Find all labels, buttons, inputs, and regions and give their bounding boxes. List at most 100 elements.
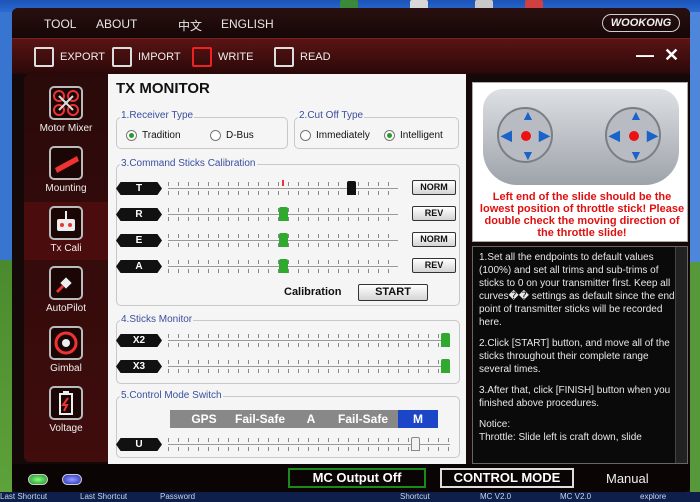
mode-segment-a: A: [306, 412, 316, 426]
transmitter-image: ▲ ▼ ◀ ▶ ▲ ▼ ◀ ▶: [483, 89, 679, 185]
desktop-background: [690, 262, 700, 492]
satellite-icon: [49, 266, 83, 300]
mode-segment-failsafe: Fail-Safe: [234, 412, 285, 426]
desktop-label: Last Shortcut: [80, 492, 128, 501]
slider-track: [168, 188, 398, 189]
sidebar-item-voltage[interactable]: Voltage: [24, 382, 108, 440]
sidebar-item-label: Voltage: [49, 423, 83, 434]
receiver-type-label: 1.Receiver Type: [120, 110, 195, 121]
slider-track: [168, 444, 450, 445]
channel-direction-button[interactable]: NORM: [412, 180, 456, 195]
desktop-label: MC V2.0: [560, 492, 592, 501]
slider-track: [168, 340, 450, 341]
sidebar-item-label: Tx Cali: [50, 243, 82, 254]
menu-english[interactable]: ENGLISH: [221, 17, 274, 31]
close-button[interactable]: ✕: [664, 45, 679, 66]
channel-tag: U: [116, 438, 162, 451]
sidebar-item-motor-mixer[interactable]: Motor Mixer: [24, 82, 108, 140]
slider-track: [168, 366, 450, 367]
status-bar: MC Output Off CONTROL MODE Manual: [12, 464, 690, 492]
status-led-green: [28, 474, 48, 485]
brand-logo: WOOKONG: [602, 14, 680, 32]
mode-segment-m: M: [398, 410, 438, 428]
assistant-window: TOOL ABOUT 中文 ENGLISH WOOKONG EXPORT IMP…: [12, 8, 690, 492]
sidebar-item-mounting[interactable]: Mounting: [24, 142, 108, 200]
instruction-step: 2.Click [START] button, and move all of …: [479, 338, 670, 375]
menu-tool[interactable]: TOOL: [44, 17, 76, 31]
motor-mixer-icon: [49, 86, 83, 120]
channel-direction-button[interactable]: REV: [412, 206, 456, 221]
import-button[interactable]: IMPORT: [112, 46, 181, 68]
slider-ticks: [168, 334, 450, 338]
menu-chinese[interactable]: 中文: [178, 17, 202, 34]
channel-tag: X3: [116, 360, 162, 373]
sidebar-item-tx-cali[interactable]: Tx Cali: [24, 202, 108, 260]
page-title: TX MONITOR: [116, 80, 210, 97]
calibration-label: 3.Command Sticks Calibration: [120, 158, 257, 169]
channel-direction-button[interactable]: REV: [412, 258, 456, 273]
control-mode-label: CONTROL MODE: [440, 468, 574, 488]
slider-thumb[interactable]: [278, 233, 288, 247]
radio-dot: [210, 130, 221, 141]
slider-thumb[interactable]: [278, 207, 288, 221]
desktop-label: Password: [160, 492, 196, 501]
start-button[interactable]: START: [358, 284, 428, 301]
mode-segment-gps: GPS: [191, 412, 217, 426]
import-label: IMPORT: [138, 51, 181, 63]
sidebar-item-gimbal[interactable]: Gimbal: [24, 322, 108, 380]
channel-row-r: R REV: [116, 206, 462, 222]
export-label: EXPORT: [60, 51, 106, 63]
toolbar: EXPORT IMPORT WRITE READ — ✕: [12, 38, 690, 74]
write-button[interactable]: WRITE: [192, 46, 253, 68]
channel-tag: R: [116, 208, 162, 221]
tx-monitor-panel: TX MONITOR 1.Receiver Type Tradition D-B…: [108, 74, 466, 464]
slider-thumb: [441, 333, 450, 347]
slider-thumb: [441, 359, 450, 373]
calibration-caption: Calibration: [284, 286, 342, 298]
menu-about[interactable]: ABOUT: [96, 17, 137, 31]
instructions-panel: 1.Set all the endpoints to default value…: [472, 246, 688, 464]
radio-intelligent[interactable]: Intelligent: [384, 130, 443, 141]
slider-ticks: [168, 447, 450, 451]
radio-tradition[interactable]: Tradition: [126, 130, 181, 141]
throttle-warning-text: Left end of the slide should be the lowe…: [479, 191, 685, 239]
radio-label: Immediately: [316, 130, 370, 142]
slider-thumb[interactable]: [278, 259, 288, 273]
channel-direction-button[interactable]: NORM: [412, 232, 456, 247]
minimize-button[interactable]: —: [636, 45, 654, 66]
read-button[interactable]: READ: [274, 46, 331, 68]
radio-dot-checked: [126, 130, 137, 141]
radio-dbus[interactable]: D-Bus: [210, 130, 254, 141]
sidebar-item-label: Motor Mixer: [39, 123, 93, 134]
control-mode-value: Manual: [606, 471, 649, 486]
desktop-background: [690, 12, 700, 262]
mounting-icon: [49, 146, 83, 180]
sidebar: Motor Mixer Mounting Tx Cali AutoPilot G…: [24, 74, 108, 462]
instruction-step: 1.Set all the endpoints to default value…: [479, 252, 678, 328]
slider-thumb[interactable]: [347, 181, 356, 195]
sticks-monitor-label: 4.Sticks Monitor: [120, 314, 194, 325]
mode-indicator-bar: GPS Fail-Safe A Fail-Safe M: [170, 410, 438, 428]
export-button[interactable]: EXPORT: [34, 46, 105, 68]
gimbal-icon: [49, 326, 83, 360]
desktop-background: [0, 12, 12, 260]
menu-bar: TOOL ABOUT 中文 ENGLISH WOOKONG: [12, 8, 690, 38]
slider-ticks: [168, 360, 450, 364]
channel-row-u: U: [116, 436, 462, 452]
desktop-label: Shortcut: [400, 492, 430, 501]
remote-control-icon: [49, 206, 83, 240]
write-label: WRITE: [218, 51, 254, 63]
radio-immediately[interactable]: Immediately: [300, 130, 370, 141]
left-stick-icon: ▲ ▼ ◀ ▶: [497, 107, 553, 163]
read-icon: [274, 47, 294, 68]
sidebar-item-autopilot[interactable]: AutoPilot: [24, 262, 108, 320]
sidebar-item-label: Mounting: [45, 183, 87, 194]
radio-label: Intelligent: [400, 130, 443, 142]
instructions-scrollbar[interactable]: [675, 247, 687, 463]
channel-row-t: T NORM: [116, 180, 462, 196]
radio-label: D-Bus: [226, 130, 254, 142]
desktop-label: explore: [640, 492, 667, 501]
import-icon: [112, 47, 132, 68]
slider-ticks: [168, 369, 450, 373]
instruction-notice: Notice:: [479, 419, 511, 430]
